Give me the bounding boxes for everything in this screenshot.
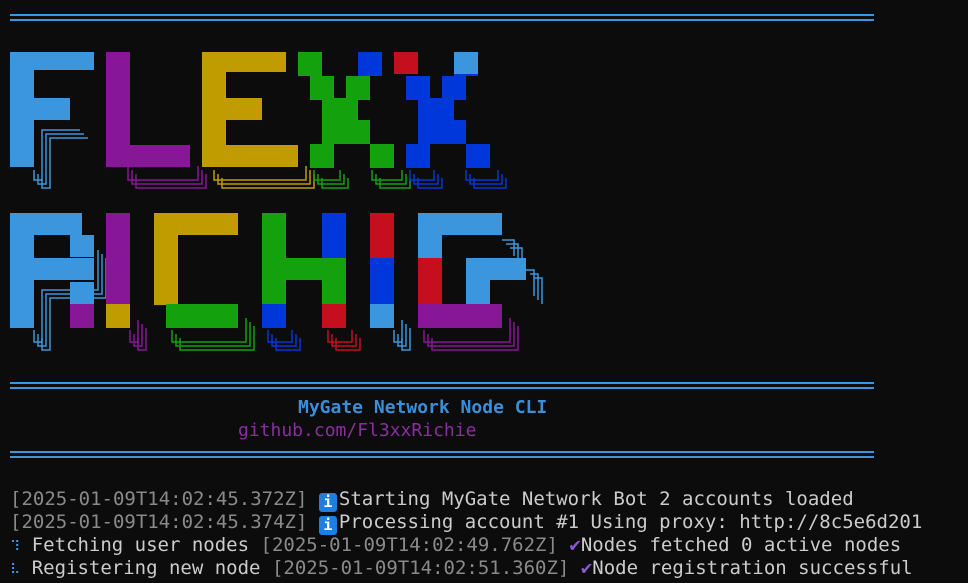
banner-letter-x <box>346 76 370 100</box>
log-message: Node registration successful <box>592 557 913 579</box>
banner-letter-h <box>322 304 346 328</box>
banner-letter-i <box>370 258 394 304</box>
task-label: Fetching user nodes <box>31 534 250 556</box>
banner-letter-r <box>34 258 94 280</box>
banner-letter-e <box>202 52 286 72</box>
check-icon: ✔ <box>569 534 581 556</box>
log-line: [2025-01-09T14:02:45.372Z] i Starting MyG… <box>10 488 854 512</box>
banner-letter-f <box>10 98 70 120</box>
timestamp: [2025-01-09T14:02:51.360Z] <box>271 557 570 579</box>
check-icon: ✔ <box>580 557 593 579</box>
banner-letter-r <box>10 213 82 235</box>
banner-letter-h <box>322 258 346 304</box>
log-line: ⠹ Fetching user nodes [2025-01-09T14:02:… <box>10 534 901 559</box>
banner-letter-f <box>10 52 94 70</box>
banner-letter-e <box>418 258 442 304</box>
banner-letter-r <box>70 282 94 304</box>
banner-letter-e <box>466 280 490 304</box>
timestamp: [2025-01-09T14:02:45.372Z] <box>10 488 308 510</box>
banner-letter-e <box>418 213 442 259</box>
github-link[interactable]: github.com/Fl3xxRichie <box>238 420 476 441</box>
banner-letter-x <box>394 52 418 74</box>
log-line: [2025-01-09T14:02:45.374Z] i Processing a… <box>10 511 922 535</box>
app-subtitle: MyGate Network Node CLI <box>298 397 548 418</box>
banner-letter-i <box>106 213 130 305</box>
spinner-icon: ⠧ <box>10 562 21 578</box>
banner-letter-i <box>370 304 394 328</box>
ascii-banner <box>10 52 543 351</box>
banner-letter-x <box>358 52 382 76</box>
banner-letter-e <box>418 304 502 328</box>
banner-letter-x <box>406 144 430 168</box>
banner-letter-x <box>466 144 490 168</box>
log-message: Processing account #1 Using proxy: http:… <box>338 511 923 533</box>
banner-letter-x <box>322 120 346 144</box>
banner-letter-x <box>430 98 454 122</box>
banner-letter-x <box>442 120 466 144</box>
info-icon: i <box>318 516 337 535</box>
banner-letter-l <box>106 145 190 167</box>
log-message: Nodes fetched 0 active nodes <box>580 534 902 556</box>
banner-letter-c <box>166 213 238 235</box>
banner-letter-x <box>406 76 430 100</box>
banner-letter-x <box>310 76 334 100</box>
banner-letter-x <box>310 144 334 168</box>
banner-letter-x <box>454 52 478 74</box>
banner-letter-i <box>370 213 394 259</box>
timestamp: [2025-01-09T14:02:45.374Z] <box>10 511 308 533</box>
banner-letter-e <box>466 258 526 280</box>
log-message: Starting MyGate Network Bot 2 accounts l… <box>338 488 854 510</box>
banner-letter-e <box>202 98 262 120</box>
timestamp: [2025-01-09T14:02:49.762Z] <box>260 534 558 556</box>
banner-letter-x <box>370 144 394 168</box>
middle-divider <box>10 382 874 389</box>
banner-letter-r <box>70 304 94 328</box>
banner-letter-i <box>106 304 130 328</box>
log-line: ⠧ Registering new node [2025-01-09T14:02… <box>10 557 913 582</box>
banner-letter-h <box>262 304 286 328</box>
banner-letter-x <box>442 76 466 100</box>
spinner-icon: ⠹ <box>10 539 21 555</box>
banner-letter-r <box>70 235 94 257</box>
banner-letter-c <box>166 304 238 328</box>
banner-letter-x <box>418 120 442 144</box>
banner-letter-e <box>214 145 298 167</box>
banner-letter-x <box>346 120 370 144</box>
banner-letter-x <box>334 98 358 122</box>
banner-letter-x <box>298 52 322 76</box>
bottom-divider <box>10 451 874 458</box>
task-label: Registering new node <box>31 557 261 579</box>
info-icon: i <box>318 493 337 512</box>
